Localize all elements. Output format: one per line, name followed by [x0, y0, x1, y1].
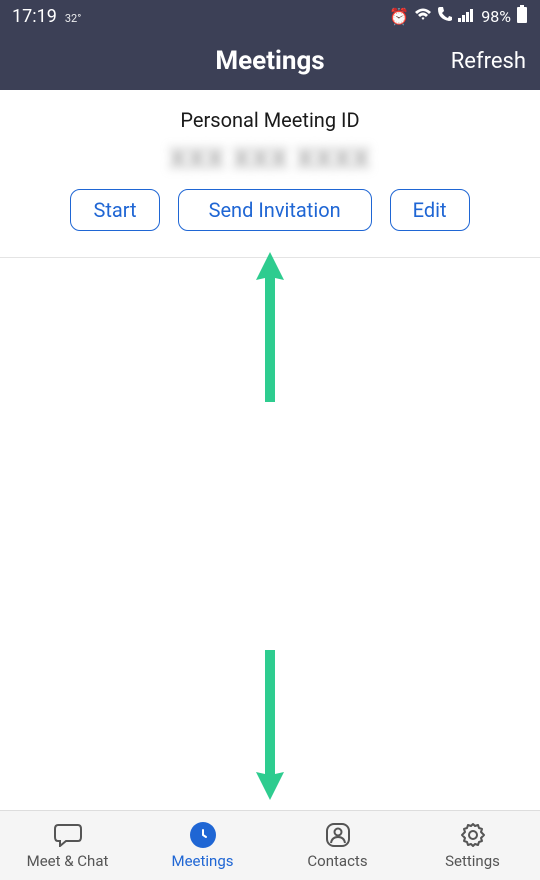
chat-icon	[54, 822, 82, 848]
action-button-row: Start Send Invitation Edit	[0, 189, 540, 231]
tab-label: Meet & Chat	[27, 852, 109, 870]
gear-icon	[460, 822, 486, 848]
tab-meet-chat[interactable]: Meet & Chat	[0, 811, 135, 880]
pmi-label: Personal Meeting ID	[0, 108, 540, 132]
tab-label: Contacts	[307, 852, 367, 870]
contacts-icon	[325, 822, 351, 848]
annotation-arrow-down-icon	[250, 650, 290, 800]
tab-label: Settings	[445, 852, 500, 870]
app-header: Meetings Refresh	[0, 32, 540, 90]
clock-icon	[190, 822, 216, 848]
annotation-arrow-up-icon	[250, 252, 290, 402]
tab-settings[interactable]: Settings	[405, 811, 540, 880]
refresh-button[interactable]: Refresh	[451, 49, 526, 74]
status-time: 17:19	[12, 6, 57, 27]
status-temp: 32°	[65, 12, 81, 25]
status-bar: 17:19 32° ⏰ 98%	[0, 0, 540, 32]
tab-meetings[interactable]: Meetings	[135, 811, 270, 880]
content-area: Personal Meeting ID XXX XXX XXXX Start S…	[0, 90, 540, 258]
pmi-value: XXX XXX XXXX	[169, 142, 370, 175]
wifi-icon	[414, 7, 432, 26]
edit-button[interactable]: Edit	[390, 189, 470, 231]
alarm-icon: ⏰	[389, 7, 409, 26]
send-invitation-button[interactable]: Send Invitation	[178, 189, 372, 231]
signal-icon	[458, 7, 476, 26]
call-icon	[437, 6, 453, 26]
battery-icon	[516, 5, 528, 27]
status-right: ⏰ 98%	[389, 5, 528, 27]
page-title: Meetings	[215, 46, 324, 76]
battery-percentage: 98%	[481, 7, 511, 26]
bottom-tabbar: Meet & Chat Meetings Contacts Settings	[0, 810, 540, 880]
tab-contacts[interactable]: Contacts	[270, 811, 405, 880]
start-button[interactable]: Start	[70, 189, 159, 231]
tab-label: Meetings	[171, 852, 233, 870]
status-left: 17:19 32°	[12, 6, 81, 27]
